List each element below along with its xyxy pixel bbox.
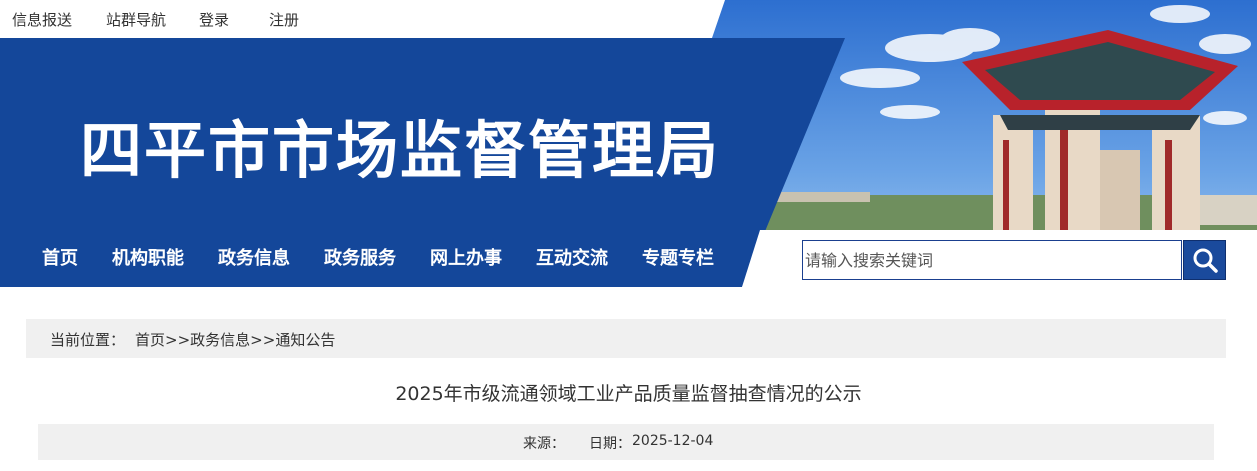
top-link-login[interactable]: 登录 [199, 9, 229, 30]
search-input[interactable] [803, 241, 1181, 279]
nav-item-interaction[interactable]: 互动交流 [536, 244, 608, 270]
nav-item-home[interactable]: 首页 [42, 244, 78, 270]
search-box [802, 240, 1182, 280]
breadcrumb-separator: >> [250, 331, 276, 349]
breadcrumb-label: 当前位置： [50, 331, 126, 349]
top-link-info-submit[interactable]: 信息报送 [12, 9, 72, 30]
search-icon [1193, 248, 1218, 273]
breadcrumb-item-home[interactable]: 首页 [135, 331, 165, 349]
nav-item-online-service[interactable]: 网上办事 [430, 244, 502, 270]
breadcrumb: 当前位置： 首页>>政务信息>>通知公告 [26, 319, 1226, 358]
nav-item-government-info[interactable]: 政务信息 [218, 244, 290, 270]
nav-item-organization[interactable]: 机构职能 [112, 244, 184, 270]
breadcrumb-item-notices[interactable]: 通知公告 [275, 331, 335, 349]
monument-tower [962, 30, 1238, 235]
breadcrumb-item-government-info[interactable]: 政务信息 [190, 331, 250, 349]
site-title: 四平市市场监督管理局 [80, 114, 721, 187]
nav-item-government-service[interactable]: 政务服务 [324, 244, 396, 270]
source-label: 来源： [523, 436, 565, 452]
breadcrumb-separator: >> [165, 331, 191, 349]
site-header: 信息报送 站群导航 登录 注册 四平市市场监督管理局 首页 机构职能 政务信息 … [0, 0, 1257, 287]
article-meta: 来源： 日期： 2025-12-04 [38, 424, 1214, 460]
date-value: 2025-12-04 [632, 433, 714, 449]
breadcrumb-trail: 首页>>政务信息>>通知公告 [135, 329, 335, 350]
article-title: 2025年市级流通领域工业产品质量监督抽查情况的公示 [395, 383, 862, 405]
search-button[interactable] [1183, 240, 1226, 280]
date-label: 日期： [589, 436, 631, 452]
top-link-register[interactable]: 注册 [269, 9, 299, 30]
nav-item-special-topics[interactable]: 专题专栏 [642, 244, 714, 270]
top-link-site-nav[interactable]: 站群导航 [106, 9, 166, 30]
